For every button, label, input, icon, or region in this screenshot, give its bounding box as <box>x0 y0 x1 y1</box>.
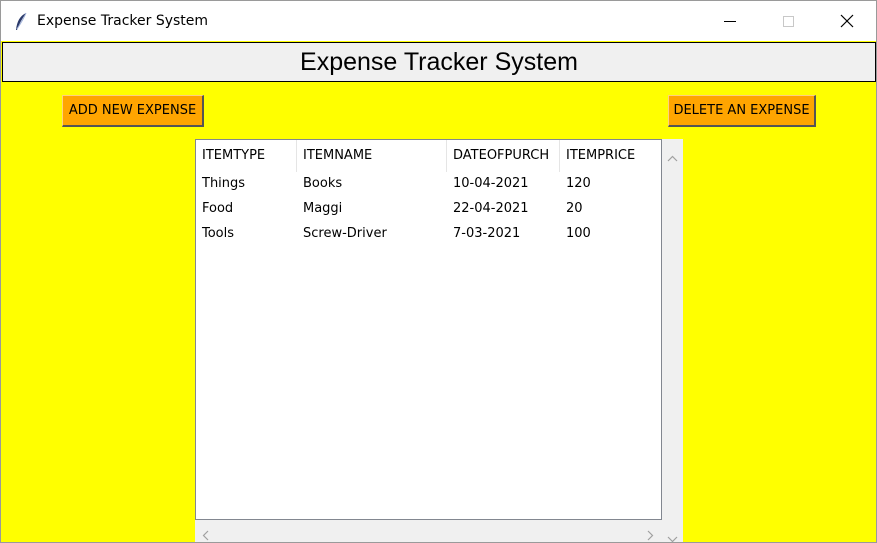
close-button[interactable] <box>818 1 876 41</box>
table-row[interactable]: Food Maggi 22-04-2021 20 <box>196 196 661 221</box>
column-header-dateofpurch[interactable]: DATEOFPURCH <box>447 140 560 172</box>
minimize-icon <box>724 21 736 22</box>
cell-itemname: Maggi <box>303 201 343 216</box>
cell-date: 7-03-2021 <box>453 226 521 241</box>
column-header-itemprice[interactable]: ITEMPRICE <box>560 140 661 172</box>
feather-icon <box>14 12 28 32</box>
vertical-scrollbar[interactable] <box>662 139 683 543</box>
cell-date: 22-04-2021 <box>453 201 529 216</box>
delete-expense-button[interactable]: DELETE AN EXPENSE <box>668 95 816 127</box>
cell-price: 100 <box>566 226 591 241</box>
column-header-itemtype[interactable]: ITEMTYPE <box>196 140 297 172</box>
page-title: Expense Tracker System <box>300 48 578 76</box>
table-row[interactable]: Tools Screw-Driver 7-03-2021 100 <box>196 221 661 246</box>
app-window: Expense Tracker System Expense Tracker S… <box>0 0 877 543</box>
cell-price: 120 <box>566 176 591 191</box>
expense-table[interactable]: ITEMTYPE ITEMNAME DATEOFPURCH ITEMPRICE … <box>195 139 662 520</box>
horizontal-scrollbar[interactable] <box>195 520 662 542</box>
minimize-button[interactable] <box>701 1 759 41</box>
cell-itemtype: Tools <box>202 226 235 241</box>
cell-date: 10-04-2021 <box>453 176 529 191</box>
scroll-up-icon[interactable] <box>667 147 678 166</box>
scroll-left-icon[interactable] <box>202 526 209 543</box>
cell-itemtype: Food <box>202 201 234 216</box>
maximize-icon <box>783 16 794 27</box>
cell-itemtype: Things <box>202 176 246 191</box>
table-header: ITEMTYPE ITEMNAME DATEOFPURCH ITEMPRICE <box>196 140 661 172</box>
window-title: Expense Tracker System <box>37 13 209 29</box>
column-header-itemname[interactable]: ITEMNAME <box>297 140 447 172</box>
title-bar[interactable]: Expense Tracker System <box>1 1 876 41</box>
add-expense-button[interactable]: ADD NEW EXPENSE <box>62 95 204 127</box>
close-icon <box>840 14 854 28</box>
maximize-button[interactable] <box>759 1 817 41</box>
table-row[interactable]: Things Books 10-04-2021 120 <box>196 171 661 196</box>
scroll-down-icon[interactable] <box>667 528 678 543</box>
header-banner: Expense Tracker System <box>2 42 876 82</box>
scroll-right-icon[interactable] <box>647 526 654 543</box>
cell-price: 20 <box>566 201 583 216</box>
cell-itemname: Books <box>303 176 343 191</box>
cell-itemname: Screw-Driver <box>303 226 387 241</box>
